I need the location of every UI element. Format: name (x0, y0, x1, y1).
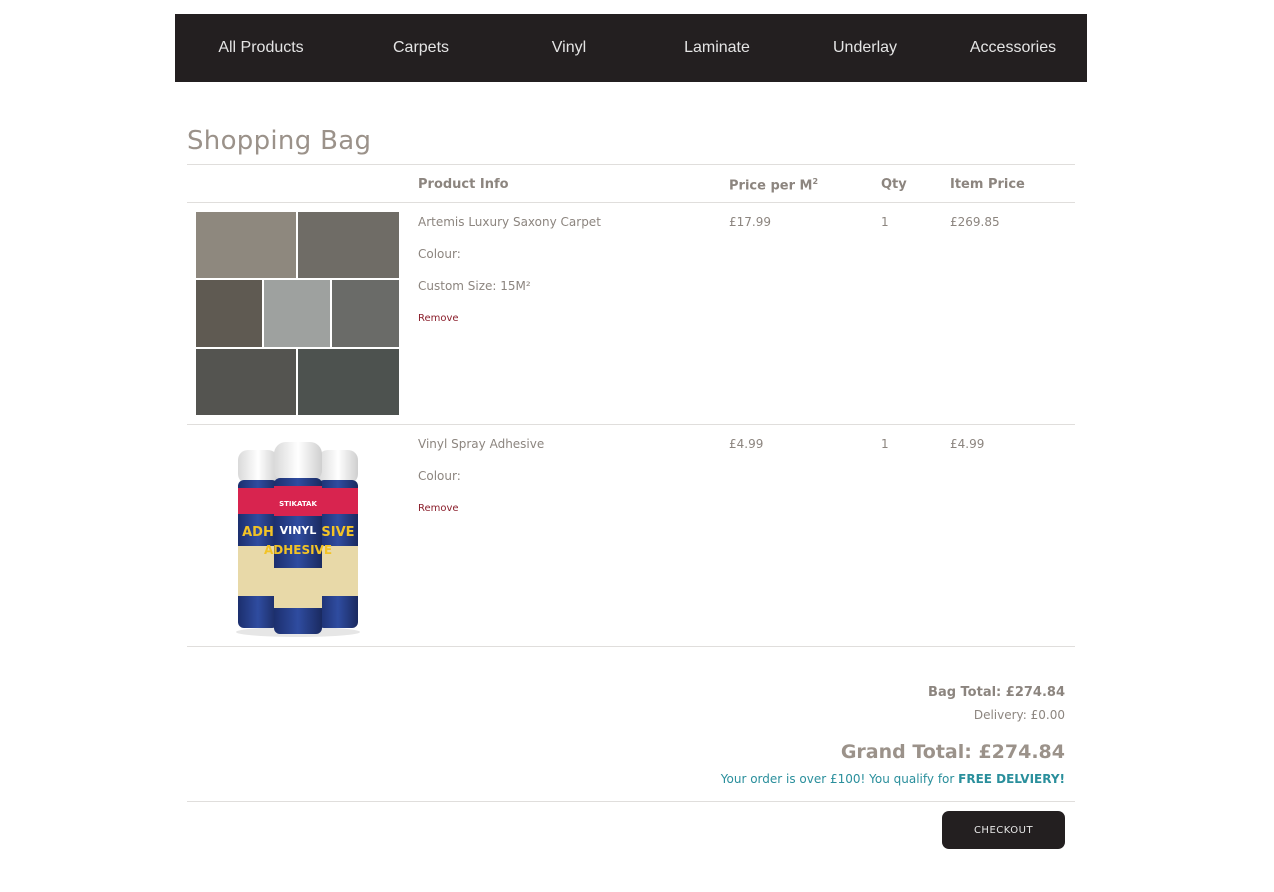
row1-qty: 1 (881, 215, 889, 229)
nav-laminate[interactable]: Laminate (643, 39, 791, 57)
checkout-button[interactable]: CHECKOUT (942, 811, 1065, 849)
svg-text:SIVE: SIVE (321, 525, 354, 540)
row2-price: £4.99 (729, 437, 764, 451)
delivery-cost: Delivery: £0.00 (973, 708, 1065, 722)
row1-product-name[interactable]: Artemis Luxury Saxony Carpet (418, 215, 601, 229)
bag-total: Bag Total: £274.84 (928, 685, 1065, 700)
row2-product-name[interactable]: Vinyl Spray Adhesive (418, 437, 544, 451)
row2-qty: 1 (881, 437, 889, 451)
free-delivery-highlight: FREE DELVIERY! (958, 772, 1065, 786)
header-item-price: Item Price (950, 177, 1025, 192)
carpet-product-image (196, 212, 399, 415)
row1-item-price: £269.85 (950, 215, 1000, 229)
svg-text:ADHESIVE: ADHESIVE (264, 543, 332, 557)
spray-adhesive-product-image: ADH SIVE STIKATAK VINYL ADHESIVE (236, 442, 360, 637)
page-title: Shopping Bag (187, 126, 372, 156)
nav-accessories[interactable]: Accessories (939, 39, 1087, 57)
header-qty: Qty (881, 177, 907, 192)
row2-remove-link[interactable]: Remove (418, 503, 459, 514)
row2-colour: Colour: (418, 469, 461, 483)
nav-all-products[interactable]: All Products (175, 39, 347, 57)
svg-text:VINYL: VINYL (280, 524, 317, 537)
row2-item-price: £4.99 (950, 437, 985, 451)
row1-remove-link[interactable]: Remove (418, 313, 459, 324)
divider (187, 424, 1075, 425)
header-price-per: Price per M2 (729, 177, 819, 194)
row1-colour: Colour: (418, 247, 461, 261)
svg-text:STIKATAK: STIKATAK (279, 500, 317, 508)
grand-total: Grand Total: £274.84 (840, 741, 1065, 763)
free-delivery-message: Your order is over £100! You qualify for… (720, 772, 1065, 786)
divider (187, 202, 1075, 203)
divider (187, 646, 1075, 647)
nav-vinyl[interactable]: Vinyl (495, 39, 643, 57)
row1-custom-size: Custom Size: 15M² (418, 279, 531, 293)
header-product-info: Product Info (418, 177, 509, 192)
svg-text:ADH: ADH (242, 525, 274, 540)
divider (187, 164, 1075, 165)
row1-price: £17.99 (729, 215, 771, 229)
nav-underlay[interactable]: Underlay (791, 39, 939, 57)
main-nav: All Products Carpets Vinyl Laminate Unde… (175, 14, 1087, 82)
divider (187, 801, 1075, 802)
nav-carpets[interactable]: Carpets (347, 39, 495, 57)
